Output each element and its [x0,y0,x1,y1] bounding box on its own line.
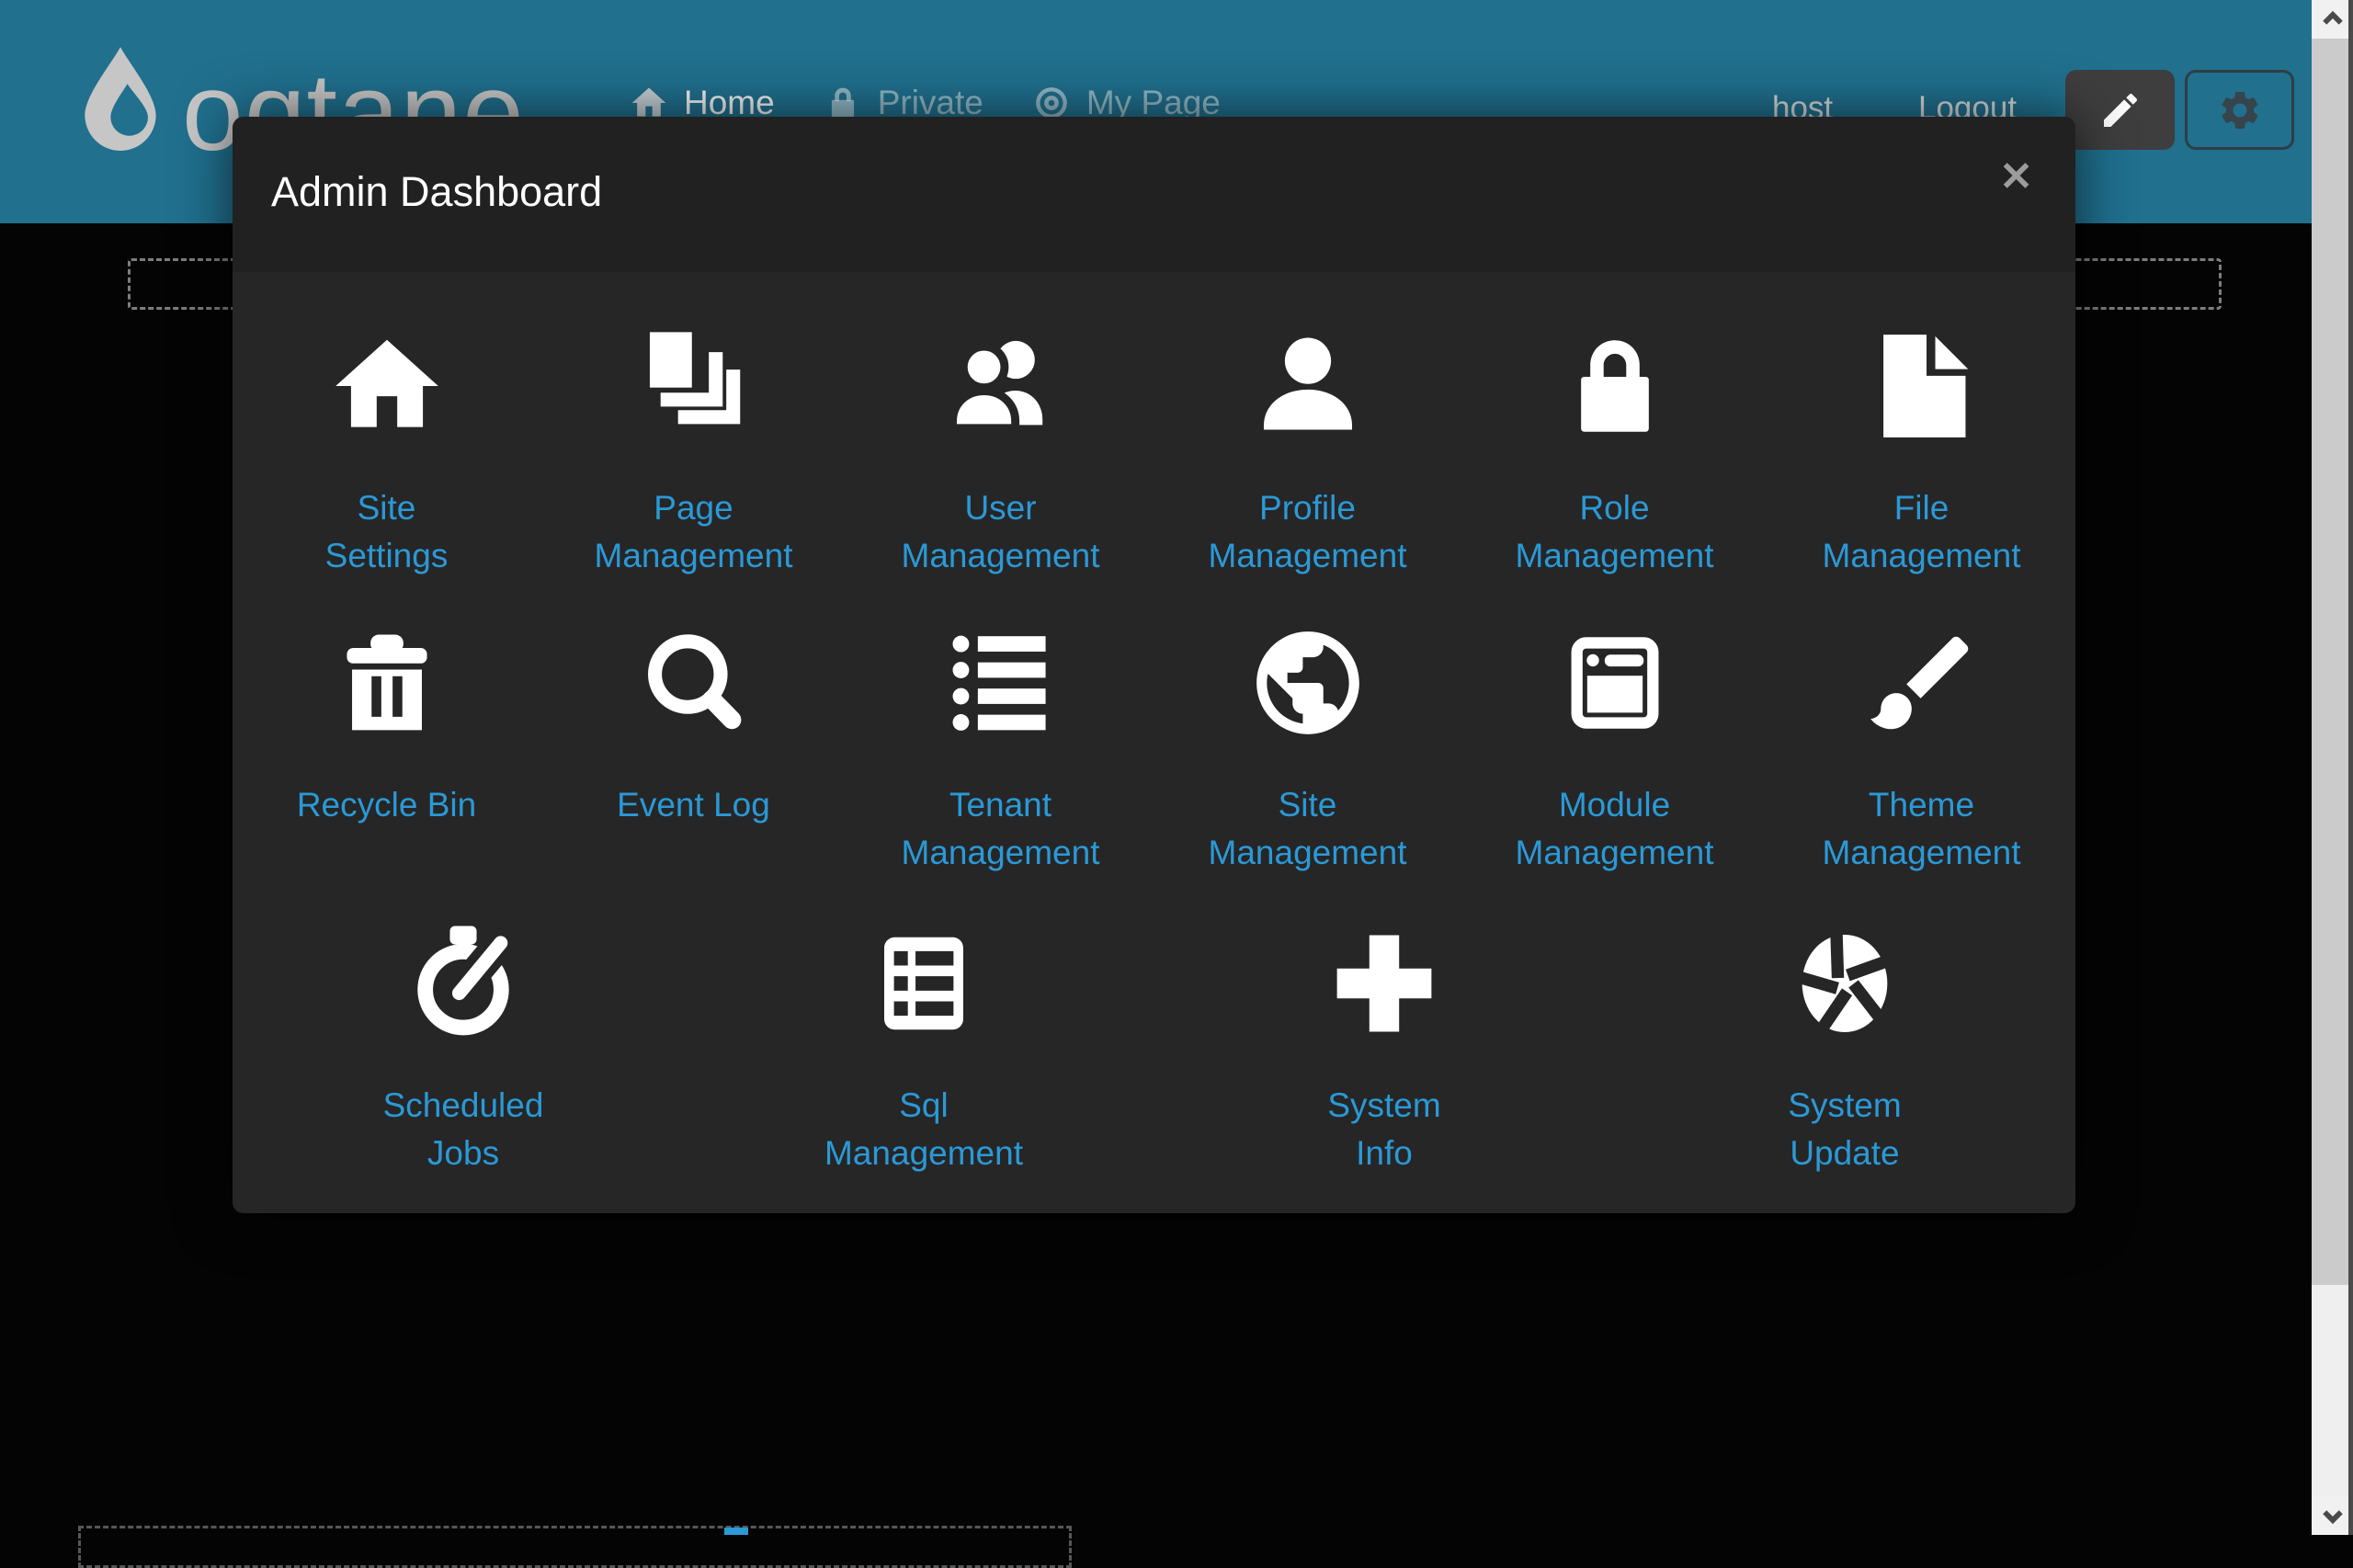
tile-scheduled-jobs[interactable]: ScheduledJobs [233,919,694,1177]
brush-icon [1860,619,1984,744]
tile-label: ModuleManagement [1516,781,1714,877]
table-icon [862,919,985,1045]
tile-label: SiteManagement [1209,781,1407,877]
tile-label: SiteSettings [325,484,449,580]
tile-file-management[interactable]: FileManagement [1768,322,2075,580]
pages-icon [632,322,756,448]
tile-recycle-bin[interactable]: Recycle Bin [233,619,540,877]
aperture-icon [1783,919,1906,1045]
tile-label: TenantManagement [902,781,1100,877]
bottom-pane-placeholder [78,1526,1072,1568]
close-icon[interactable]: ✕ [1995,153,2037,201]
pencil-icon [2098,88,2143,132]
tile-label: Recycle Bin [297,781,476,829]
scrollbar-thumb[interactable] [2312,39,2353,1285]
bottom-placeholder-chip [724,1528,748,1535]
window-icon [1553,619,1677,744]
tile-label: ScheduledJobs [383,1082,544,1177]
tile-label: ProfileManagement [1209,484,1407,580]
chevron-up-icon [2319,6,2347,33]
tile-system-update[interactable]: SystemUpdate [1615,919,2075,1177]
tile-site-settings[interactable]: SiteSettings [233,322,540,580]
search-icon [632,619,756,744]
users-icon [939,322,1063,448]
scroll-up-button[interactable] [2312,0,2353,39]
home-icon [325,322,449,448]
user-icon [1246,322,1370,448]
tile-event-log[interactable]: Event Log [540,619,847,877]
list-icon [939,619,1063,744]
tile-row: ScheduledJobs SqlManagement SystemInfo Syst… [233,919,2075,1177]
tile-label: SystemUpdate [1788,1082,1901,1177]
window-edge [2348,0,2353,1535]
tile-label: Event Log [617,781,770,829]
admin-dashboard-modal: Admin Dashboard ✕ SiteSettings PageManage… [233,117,2075,1213]
tile-profile-management[interactable]: ProfileManagement [1154,322,1461,580]
tile-label: PageManagement [595,484,793,580]
tile-label: UserManagement [902,484,1100,580]
tile-sql-management[interactable]: SqlManagement [694,919,1154,1177]
tile-tenant-management[interactable]: TenantManagement [847,619,1154,877]
tile-module-management[interactable]: ModuleManagement [1461,619,1768,877]
modal-title: Admin Dashboard [271,168,602,216]
drop-icon [64,31,176,162]
tile-row: Recycle Bin Event Log TenantManagement Site… [233,619,2075,877]
tile-site-management[interactable]: SiteManagement [1154,619,1461,877]
settings-button[interactable] [2185,70,2294,150]
globe-icon [1246,619,1370,744]
stopwatch-icon [402,919,525,1045]
tile-row: SiteSettings PageManagement UserManagement… [233,322,2075,580]
tile-system-info[interactable]: SystemInfo [1154,919,1615,1177]
file-icon [1860,322,1984,448]
modal-body: SiteSettings PageManagement UserManagement… [233,322,2075,1177]
lock-icon [1553,322,1677,448]
vertical-scrollbar [2312,0,2353,1535]
scroll-down-button[interactable] [2312,1496,2353,1535]
tile-page-management[interactable]: PageManagement [540,322,847,580]
tile-label: FileManagement [1823,484,2021,580]
tile-theme-management[interactable]: ThemeManagement [1768,619,2075,877]
modal-header: Admin Dashboard ✕ [233,117,2075,272]
tile-user-management[interactable]: UserManagement [847,322,1154,580]
tile-label: ThemeManagement [1823,781,2021,877]
edit-button[interactable] [2065,70,2175,150]
tile-role-management[interactable]: RoleManagement [1461,322,1768,580]
chevron-down-icon [2319,1502,2347,1529]
tile-label: SqlManagement [824,1082,1023,1177]
trash-icon [325,619,449,744]
tile-label: RoleManagement [1516,484,1714,580]
tile-label: SystemInfo [1327,1082,1440,1177]
gear-icon [2217,87,2263,133]
plus-icon [1323,919,1446,1045]
